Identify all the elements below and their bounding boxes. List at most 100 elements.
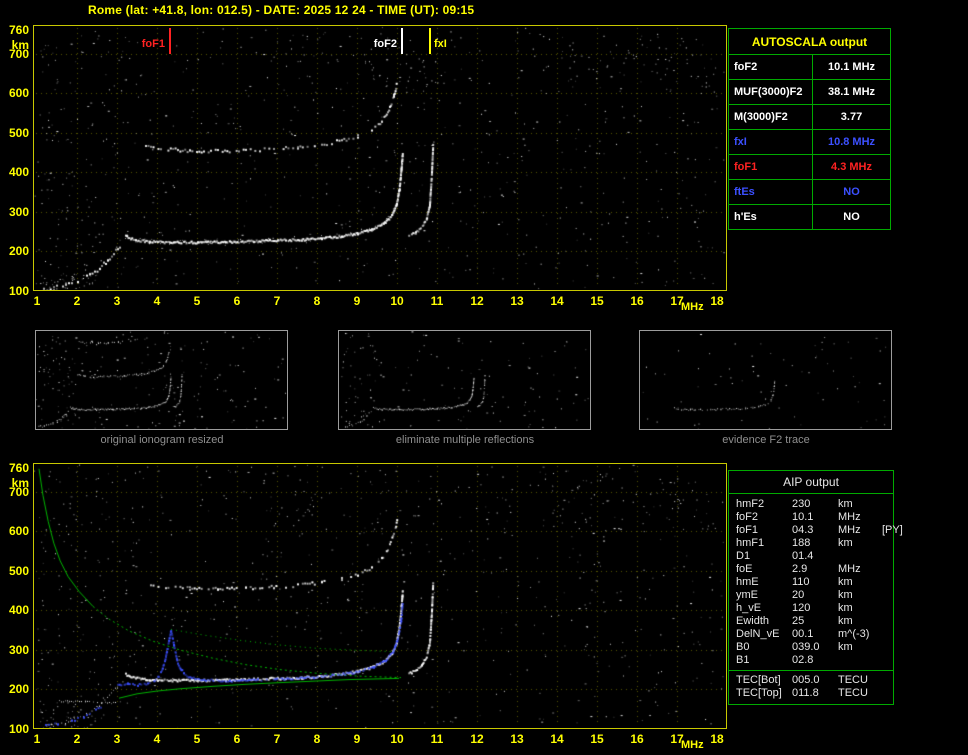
aip-param-unit [838,654,882,667]
x-tick-top-10: 10 [390,294,404,308]
thumbnail-original-ionogram [35,330,288,430]
autoscala-window: Rome (lat: +41.8, lon: 012.5) - DATE: 20… [0,0,968,755]
aip-row-hmF2: hmF2 230 km [729,498,893,511]
aip-row-foE: foE 2.9 MHz [729,563,893,576]
x-tick-bot-15: 15 [590,732,604,746]
aip-param-name: ymE [736,589,758,601]
thumbnail-evidence-f2 [639,330,892,430]
y-tick-top-100: 100 [8,284,29,299]
aip-param-name: B0 [736,641,750,653]
aip-param-note [882,641,893,654]
aip-param-unit: km [838,615,853,627]
aip-param-name: D1 [736,550,751,562]
aip-table-body: hmF2 230 km foF2 10.1 MHz foF1 04.3 MHz [PY] hmF1 1… [729,498,903,700]
aip-table-header: AIP output [729,471,893,494]
aip-row-DelN_vE: DelN_vE 00.1 m^(-3) [729,628,893,641]
autoscala-param-value: 4.3 MHz [831,161,872,173]
y-tick-bot-400: 400 [8,603,29,618]
x-tick-bot-4: 4 [153,732,161,746]
aip-param-unit: MHz [838,563,861,575]
y-tick-top-500: 500 [8,125,29,140]
aip-param-value: 25 [792,615,805,627]
x-tick-top-5: 5 [193,294,201,308]
x-tick-top-3: 3 [113,294,121,308]
x-tick-bot-16: 16 [630,732,644,746]
aip-row-foF1: foF1 04.3 MHz [PY] [729,524,903,537]
aip-output-table: AIP output hmF2 230 km foF2 10.1 MHz foF1 04.3 M… [728,470,903,705]
thumbnail-eliminate-canvas [339,331,590,429]
autoscala-row-h'Es: h'Es NO [729,204,890,229]
x-tick-bot-6: 6 [233,732,241,746]
x-tick-top-16: 16 [630,294,644,308]
aip-param-note [882,602,893,615]
aip-row-hmE: hmE 110 km [729,576,893,589]
y-tick-top-600: 600 [8,86,29,101]
aip-param-note: [PY] [882,524,903,536]
autoscala-row-foF1: foF1 4.3 MHz [729,154,890,179]
aip-param-name: DelN_vE [736,628,780,640]
y-tick-top-200: 200 [8,244,29,259]
x-tick-bot-11: 11 [430,732,444,746]
window-title: Rome (lat: +41.8, lon: 012.5) - DATE: 20… [88,3,475,17]
autoscala-param-value: 10.1 MHz [827,61,876,73]
autoscala-param-value: NO [843,211,860,223]
y-axis-unit-bot: km [11,476,29,490]
aip-param-value: 02.8 [792,654,814,666]
x-tick-bot-10: 10 [390,732,404,746]
aip-param-note [882,537,893,550]
aip-param-name: foF1 [736,524,759,536]
x-tick-bot-12: 12 [470,732,484,746]
y-tick-bot-600: 600 [8,524,29,539]
autoscala-param-name: MUF(3000)F2 [729,80,813,104]
aip-param-value: 188 [792,537,811,549]
autoscala-param-value: NO [843,186,860,198]
aip-param-unit: km [838,589,853,601]
x-tick-top-11: 11 [430,294,444,308]
x-tick-top-13: 13 [510,294,524,308]
aip-param-unit: MHz [838,524,861,536]
aip-param-note [882,628,893,641]
autoscala-param-name: foF1 [729,155,813,179]
autoscala-row-M(3000)F2: M(3000)F2 3.77 [729,104,890,129]
aip-param-note [882,654,893,667]
aip-param-value: 230 [792,498,811,510]
x-tick-top-14: 14 [550,294,564,308]
x-tick-top-7: 7 [273,294,281,308]
x-tick-bot-7: 7 [273,732,281,746]
y-axis-unit-top: km [11,38,29,52]
thumbnail-original-canvas [36,331,287,429]
aip-param-name: foE [736,563,753,575]
aip-param-note [882,563,893,576]
aip-row-D1: D1 01.4 [729,550,893,563]
x-axis-unit-bot: MHz [681,739,704,751]
x-tick-bot-1: 1 [33,732,41,746]
aip-row-foF2: foF2 10.1 MHz [729,511,893,524]
x-tick-bot-18: 18 [710,732,724,746]
aip-param-unit: km [838,537,853,549]
thumbnail-evidence-canvas [640,331,891,429]
aip-param-name: Ewidth [736,615,770,627]
bottom-ionogram-plot [33,463,727,729]
top-ionogram-plot [33,25,727,291]
aip-param-name: hmF2 [736,498,765,510]
aip-param-name: B1 [736,654,750,666]
thumbnail-caption-evidence: evidence F2 trace [722,434,810,446]
aip-param-name: hmE [736,576,759,588]
marker-line-foF1 [169,28,171,54]
aip-param-note [882,576,893,589]
x-axis-unit-top: MHz [681,301,704,313]
autoscala-row-MUF(3000)F2: MUF(3000)F2 38.1 MHz [729,79,890,104]
aip-param-unit: TECU [838,674,868,686]
aip-param-unit: km [838,641,853,653]
aip-param-unit: TECU [838,687,868,699]
x-tick-top-9: 9 [353,294,361,308]
aip-param-note [882,674,893,687]
autoscala-param-name: fxI [729,130,813,154]
thumbnail-caption-eliminate: eliminate multiple reflections [395,434,535,446]
aip-param-value: 039.0 [792,641,820,653]
aip-param-unit: MHz [838,511,861,523]
aip-row-TEC[Top]: TEC[Top] 011.8 TECU [729,687,893,700]
y-tick-bot-100: 100 [8,722,29,737]
autoscala-row-fxI: fxI 10.8 MHz [729,129,890,154]
x-tick-top-12: 12 [470,294,484,308]
